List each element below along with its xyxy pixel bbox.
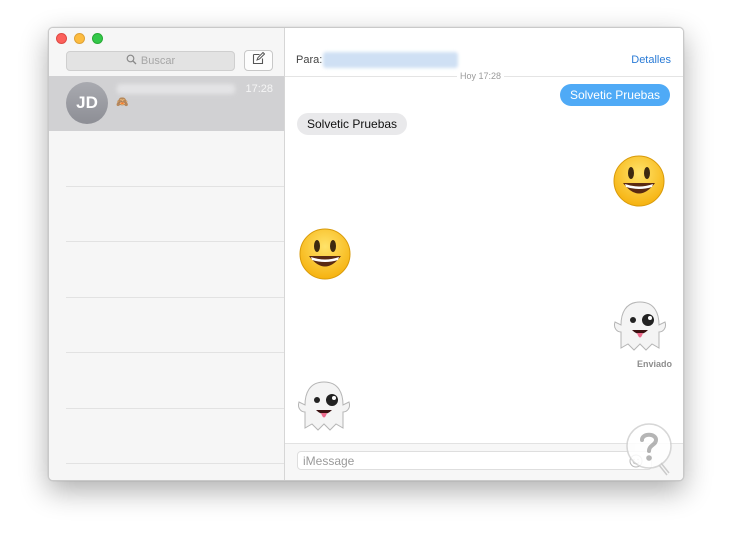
list-divider bbox=[66, 352, 284, 353]
delivered-status: Enviado bbox=[636, 359, 672, 369]
smiling-face-incoming-icon bbox=[298, 227, 352, 285]
ghost-incoming-icon bbox=[294, 378, 354, 438]
list-divider bbox=[66, 297, 284, 298]
list-divider bbox=[66, 408, 284, 409]
conversation-item[interactable]: JD 17:28 🙈 bbox=[49, 76, 284, 131]
minimize-window-button[interactable] bbox=[74, 33, 85, 44]
list-divider bbox=[66, 186, 284, 187]
details-button[interactable]: Detalles bbox=[631, 54, 671, 66]
window-controls bbox=[56, 33, 103, 44]
day-separator: Hoy 17:28 bbox=[457, 71, 505, 81]
message-input[interactable] bbox=[297, 451, 652, 470]
chat-pane: Para: Detalles Hoy 17:28 Solvetic Prueba… bbox=[285, 28, 683, 480]
search-placeholder: Buscar bbox=[140, 55, 176, 67]
incoming-message: Solvetic Pruebas bbox=[297, 113, 408, 135]
conversation-name-redacted bbox=[117, 84, 235, 94]
chat-header: Para: Detalles bbox=[285, 28, 683, 77]
search-icon bbox=[126, 54, 137, 68]
outgoing-message: Solvetic Pruebas bbox=[559, 84, 670, 106]
compose-button[interactable] bbox=[244, 50, 273, 71]
watermark-logo-icon bbox=[624, 421, 674, 480]
ghost-outgoing-icon bbox=[610, 298, 670, 358]
list-divider bbox=[66, 241, 284, 242]
zoom-window-button[interactable] bbox=[92, 33, 103, 44]
conversation-time: 17:28 bbox=[245, 83, 273, 95]
compose-icon bbox=[252, 51, 266, 70]
close-window-button[interactable] bbox=[56, 33, 67, 44]
recipient-token-redacted[interactable] bbox=[323, 52, 458, 68]
list-divider bbox=[66, 463, 284, 464]
smiling-face-outgoing-icon bbox=[612, 154, 666, 212]
to-label: Para: bbox=[296, 54, 323, 66]
search-input[interactable]: Buscar bbox=[66, 51, 235, 71]
messages-window: Buscar JD 17:28 🙈 Para: Detalles Hoy 17:… bbox=[48, 27, 684, 481]
avatar: JD bbox=[66, 82, 108, 124]
sidebar: Buscar JD 17:28 🙈 bbox=[49, 28, 285, 480]
conversation-preview: 🙈 bbox=[116, 97, 129, 108]
